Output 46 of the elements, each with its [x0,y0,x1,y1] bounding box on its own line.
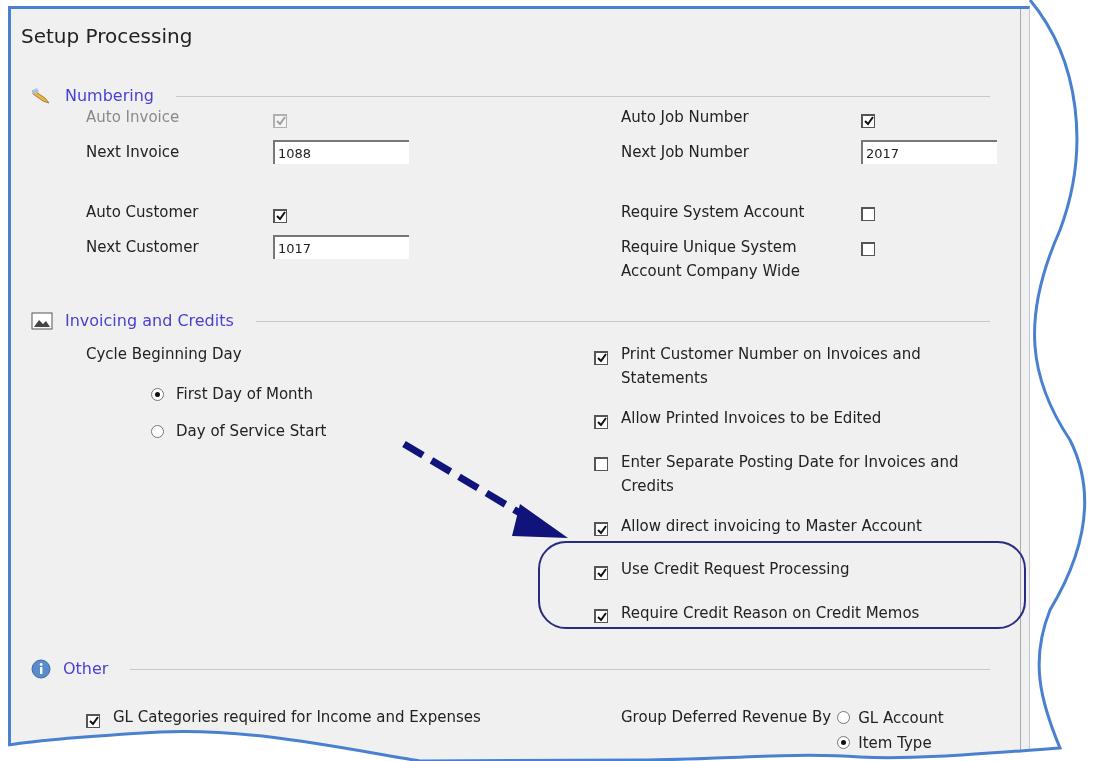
checkbox[interactable] [861,113,875,128]
checkbox[interactable] [594,350,608,365]
field-label: Next Job Number [621,142,750,163]
checkbox[interactable] [594,522,608,536]
input-field[interactable]: 2017 [861,140,997,164]
option-label: Require Credit Reason on Credit Memos [621,602,920,624]
image-icon [31,312,53,330]
radio-button[interactable] [837,736,851,749]
option-label: Print Customer Number on Invoices and Statements [621,344,922,389]
checkbox[interactable] [594,609,608,623]
checkbox[interactable] [273,208,287,223]
checkbox[interactable] [594,414,608,429]
field-label: Require System Account [621,202,806,223]
radio-label: First Day of Month [176,384,313,405]
page-title: Setup Processing [20,23,194,49]
field-label: Auto Job Number [621,107,750,128]
checkbox[interactable] [594,565,608,580]
input-field[interactable]: 1017 [273,235,409,259]
input-field[interactable]: 1088 [273,140,409,164]
radio-button[interactable] [151,424,164,438]
section-heading: Numbering [65,85,154,107]
option-label: Allow Printed Invoices to be Edited [621,408,882,429]
radio-button[interactable] [151,387,164,401]
field-label: Auto Invoice [86,107,181,128]
checkbox[interactable] [861,242,875,256]
pencil-icon [31,86,53,106]
option-label: Use Credit Request Processing [621,559,850,580]
field-label: Next Invoice [86,142,181,163]
checkbox[interactable] [594,456,608,471]
field-label: Auto Customer [86,202,200,223]
group-label: Cycle Beginning Day [86,344,243,365]
group-label: Group Deferred Revenue By [621,707,832,728]
checkbox[interactable] [86,713,100,728]
field-label: Require Unique System Account Company Wide [621,237,801,282]
section-heading: Other [63,658,109,680]
radio-button[interactable] [837,711,851,724]
info-icon [31,659,51,679]
radio-label: Item Type [858,732,932,754]
option-label: Enter Separate Posting Date for Invoices and Credits [621,451,960,497]
radio-label: GL Account [858,707,944,729]
section-heading: Invoicing and Credits [65,310,234,332]
field-label: Next Customer [86,237,200,258]
option-label: GL Categories required for Income and Expenses [113,707,481,728]
option-label: Allow direct invoicing to Master Account [621,515,922,537]
radio-label: Day of Service Start [176,421,327,442]
checkbox[interactable] [861,207,875,221]
